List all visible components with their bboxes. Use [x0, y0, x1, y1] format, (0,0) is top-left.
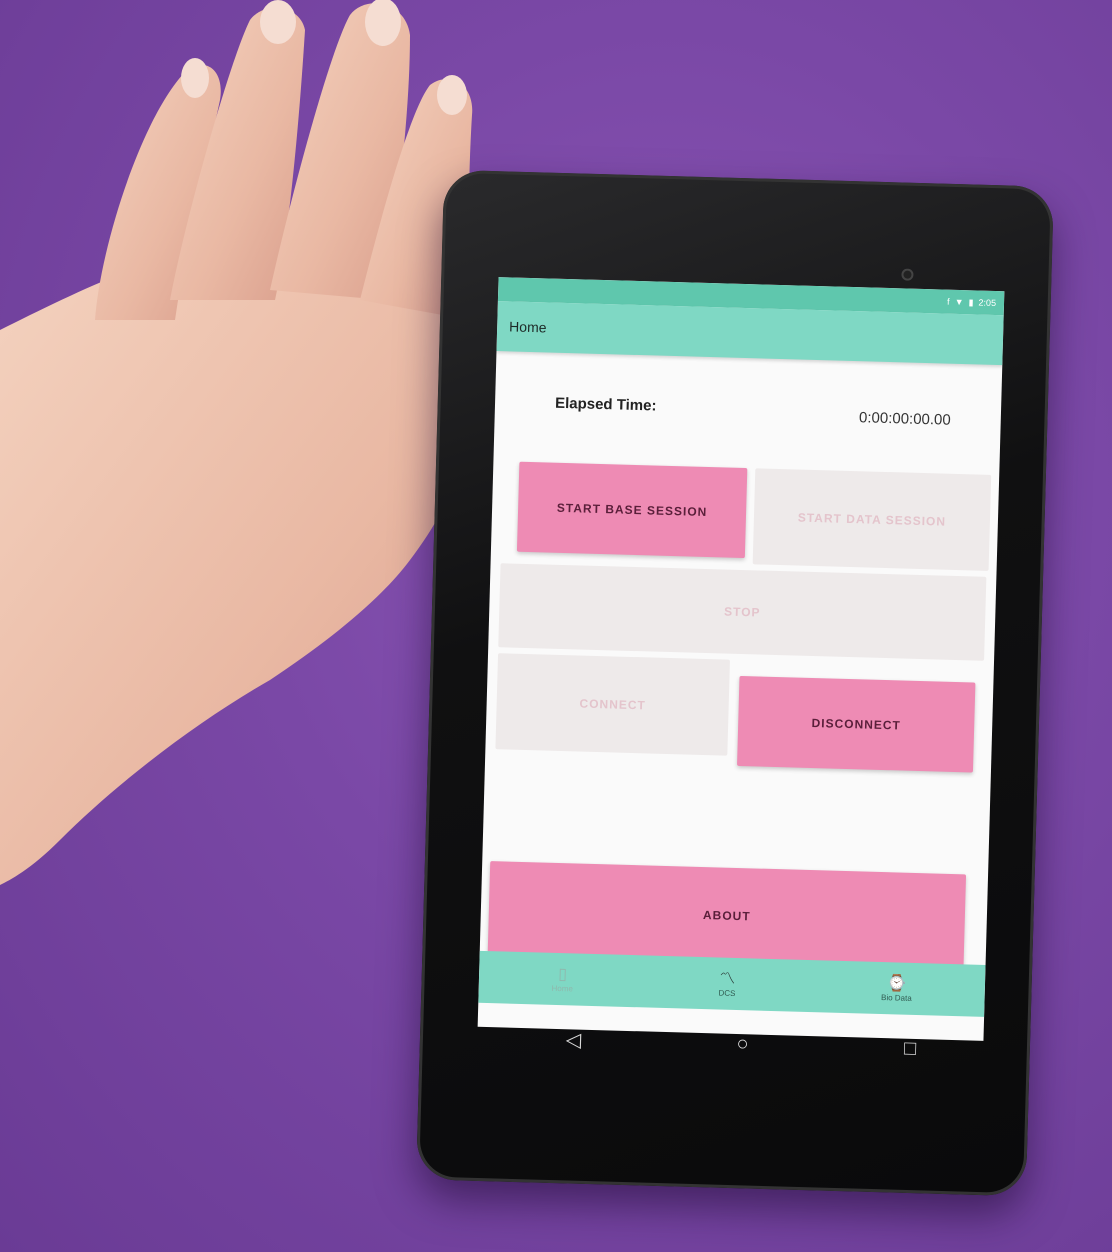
battery-icon: ▮	[968, 296, 974, 307]
tablet-screen: f ▼ ▮ 2:05 Home Elapsed Time: 0:00:00:00…	[477, 277, 1005, 1041]
recents-icon[interactable]: □	[904, 1037, 917, 1060]
home-icon[interactable]: ○	[736, 1032, 749, 1055]
wifi-icon: ▼	[954, 296, 964, 308]
main-content: Elapsed Time: 0:00:00:00.00 START BASE S…	[480, 351, 1003, 971]
phone-icon: ▯	[558, 965, 568, 983]
start-data-session-button[interactable]: START DATA SESSION	[752, 468, 992, 571]
stop-button[interactable]: STOP	[498, 563, 987, 661]
start-base-session-button[interactable]: START BASE SESSION	[516, 461, 748, 559]
camera-icon	[901, 268, 914, 281]
back-icon[interactable]: ◁	[565, 1027, 581, 1052]
status-time: 2:05	[978, 297, 997, 308]
chart-line-icon: 〽	[719, 970, 736, 988]
photo-scene: f ▼ ▮ 2:05 Home Elapsed Time: 0:00:00:00…	[0, 0, 1112, 1252]
elapsed-time-value: 0:00:00:00.00	[858, 409, 951, 429]
elapsed-time-label: Elapsed Time:	[554, 394, 657, 415]
nav-item-bio-data[interactable]: ⌚ Bio Data	[881, 975, 912, 1003]
nav-item-home[interactable]: ▯ Home	[551, 965, 573, 993]
nav-item-label: DCS	[718, 988, 736, 998]
nav-item-label: Bio Data	[880, 992, 912, 1003]
nav-item-label: Home	[551, 983, 574, 993]
notification-icon: f	[946, 296, 950, 307]
disconnect-button[interactable]: DISCONNECT	[737, 675, 976, 773]
watch-icon: ⌚	[886, 974, 907, 993]
page-title: Home	[508, 318, 547, 336]
nav-item-dcs[interactable]: 〽 DCS	[718, 970, 736, 997]
connect-button[interactable]: CONNECT	[495, 653, 730, 756]
